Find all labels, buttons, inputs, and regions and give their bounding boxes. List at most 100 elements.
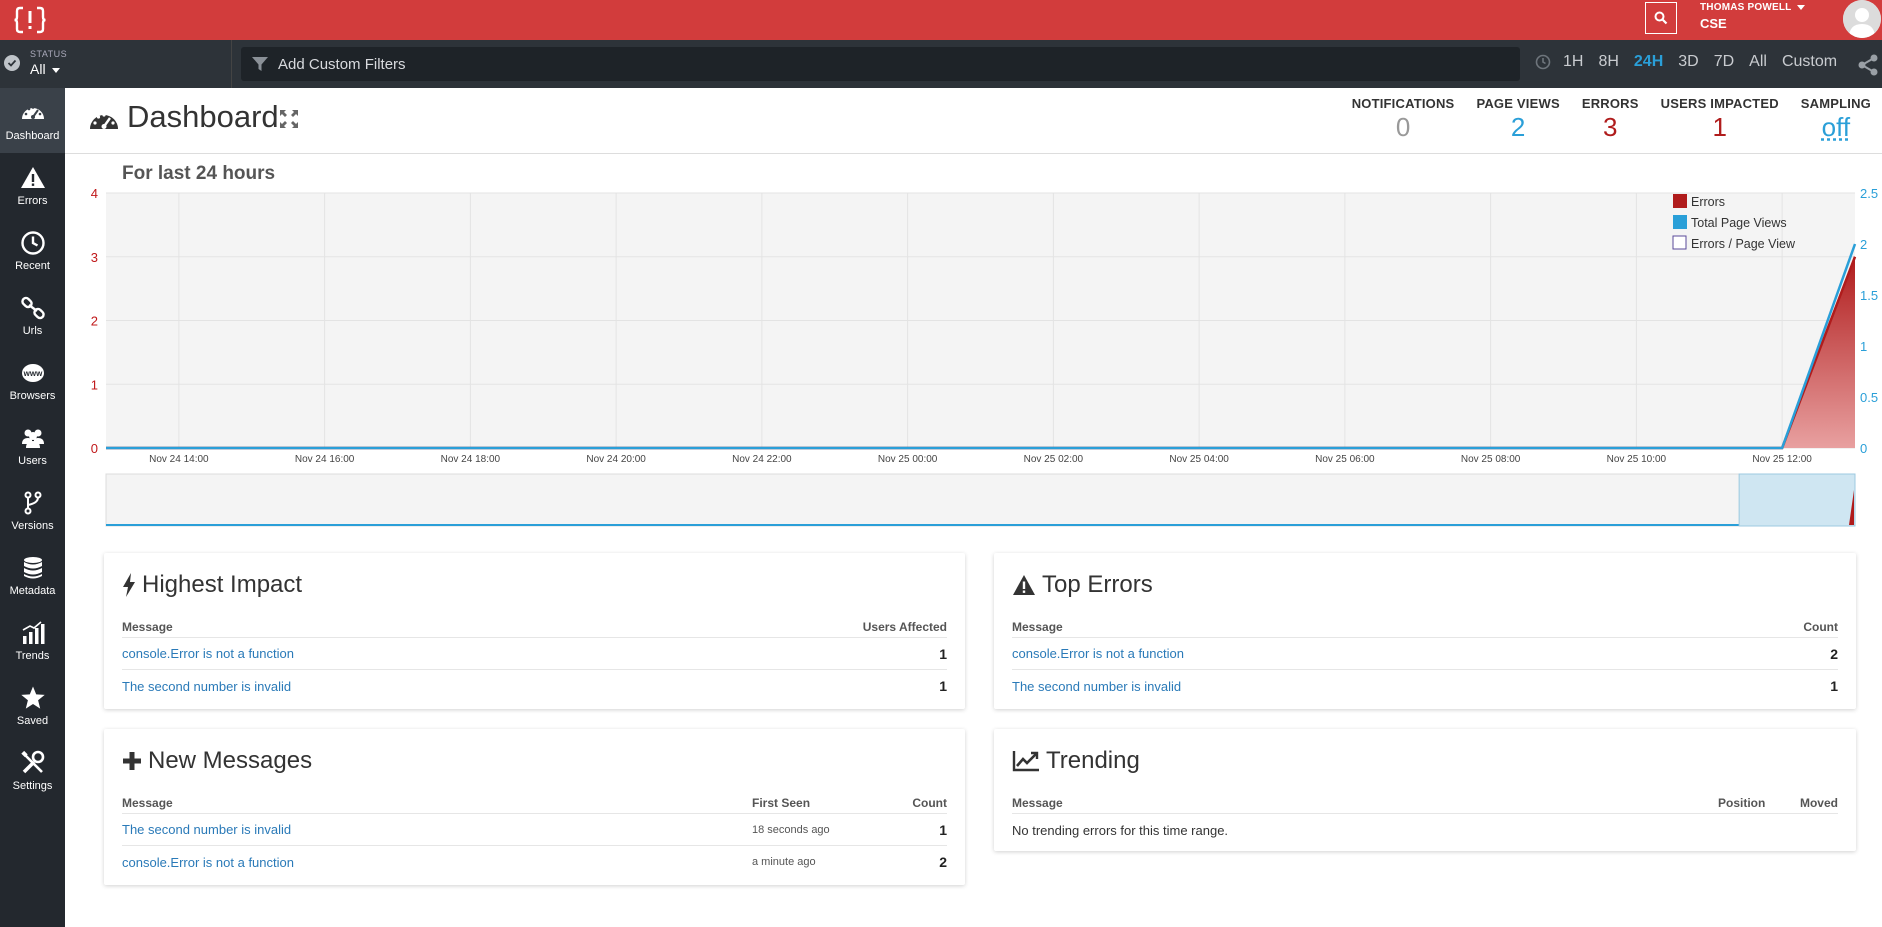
column-header: Count bbox=[912, 795, 947, 810]
stat-value: 2 bbox=[1510, 112, 1526, 142]
column-header: Moved bbox=[1799, 795, 1838, 810]
message-link[interactable]: The second number is invalid bbox=[122, 822, 752, 837]
user-menu[interactable]: THOMAS POWELL CSE bbox=[1700, 2, 1806, 31]
time-range-7d[interactable]: 7D bbox=[1714, 53, 1734, 71]
custom-filter-input[interactable]: Add Custom Filters bbox=[241, 47, 1520, 81]
time-range-24h[interactable]: 24H bbox=[1634, 53, 1663, 71]
sidebar-item-label: Saved bbox=[16, 714, 49, 727]
sidebar-item-browsers[interactable]: www Browsers bbox=[0, 348, 65, 413]
sidebar-item-saved[interactable]: Saved bbox=[0, 673, 65, 738]
table-header: Message First Seen Count bbox=[122, 792, 947, 814]
sidebar-item-settings[interactable]: Settings bbox=[0, 738, 65, 803]
x-tick-label: Nov 25 10:00 bbox=[1607, 454, 1667, 465]
users-affected-count: 1 bbox=[939, 678, 947, 694]
app-logo[interactable] bbox=[0, 0, 60, 40]
first-seen: a minute ago bbox=[752, 856, 816, 868]
column-header: Message bbox=[122, 795, 173, 810]
message-link[interactable]: console.Error is not a function bbox=[122, 646, 827, 661]
sidebar-item-users[interactable]: Users bbox=[0, 413, 65, 478]
message-link[interactable]: The second number is invalid bbox=[122, 679, 827, 694]
avatar[interactable] bbox=[1843, 0, 1881, 38]
page-header: Dashboard NOTIFICATIONS 0 PAGE VIEWS 2 E… bbox=[65, 88, 1882, 154]
top-errors-table: Message Count console.Error is not a fun… bbox=[1012, 616, 1838, 702]
time-range-custom[interactable]: Custom bbox=[1782, 53, 1837, 71]
line-chart-icon bbox=[1012, 751, 1039, 772]
column-header: Count bbox=[1803, 619, 1838, 634]
sidebar-item-versions[interactable]: Versions bbox=[0, 478, 65, 543]
status-label: STATUS bbox=[30, 49, 68, 59]
column-header: Message bbox=[122, 619, 173, 634]
x-tick-label: Nov 24 16:00 bbox=[295, 454, 355, 465]
chevron-down-icon bbox=[51, 67, 60, 73]
column-header: Message bbox=[1012, 795, 1063, 810]
link-icon bbox=[20, 296, 45, 319]
y-left-tick-label: 0 bbox=[91, 441, 98, 456]
user-org: CSE bbox=[1700, 16, 1727, 31]
user-avatar-icon bbox=[1843, 0, 1881, 38]
table-row: console.Error is not a function 2 bbox=[1012, 638, 1838, 670]
sidebar-item-urls[interactable]: Urls bbox=[0, 283, 65, 348]
legend-label: Errors bbox=[1691, 195, 1725, 209]
time-range-3d[interactable]: 3D bbox=[1678, 53, 1698, 71]
sidebar-item-recent[interactable]: Recent bbox=[0, 218, 65, 283]
chevron-down-icon bbox=[1797, 4, 1806, 10]
filter-icon bbox=[252, 57, 268, 71]
sidebar-item-errors[interactable]: Errors bbox=[0, 153, 65, 218]
stat-page-views[interactable]: PAGE VIEWS 2 bbox=[1476, 96, 1559, 143]
message-link[interactable]: console.Error is not a function bbox=[1012, 646, 1758, 661]
sidebar-item-trends[interactable]: Trends bbox=[0, 608, 65, 673]
time-range-8h[interactable]: 8H bbox=[1598, 53, 1618, 71]
new-messages-table: Message First Seen Count The second numb… bbox=[122, 792, 947, 878]
table-row: No trending errors for this time range. bbox=[1012, 814, 1838, 846]
clock-icon bbox=[20, 230, 45, 255]
navigator-strip bbox=[105, 473, 1856, 527]
branch-icon bbox=[24, 491, 41, 514]
filter-placeholder: Add Custom Filters bbox=[278, 56, 406, 73]
expand-icon[interactable] bbox=[278, 108, 300, 130]
column-header: Users Affected bbox=[862, 619, 947, 634]
new-messages-card: New Messages Message First Seen Count Th… bbox=[104, 729, 965, 885]
page-title: Dashboard bbox=[127, 99, 279, 134]
sidebar-item-dashboard[interactable]: Dashboard bbox=[0, 88, 65, 153]
sidebar-item-metadata[interactable]: Metadata bbox=[0, 543, 65, 608]
y-right-tick-label: 1 bbox=[1860, 339, 1867, 354]
message-link[interactable]: The second number is invalid bbox=[1012, 679, 1758, 694]
status-filter[interactable]: STATUS All bbox=[0, 40, 232, 88]
stat-label: PAGE VIEWS bbox=[1476, 96, 1560, 111]
y-right-tick-label: 2.5 bbox=[1860, 186, 1878, 201]
stat-sampling[interactable]: SAMPLING off bbox=[1801, 96, 1871, 143]
column-header: First Seen bbox=[752, 795, 811, 810]
time-range-1h[interactable]: 1H bbox=[1563, 53, 1583, 71]
y-right-tick-label: 0.5 bbox=[1860, 390, 1878, 405]
card-title-text: Trending bbox=[1046, 747, 1140, 774]
share-icon[interactable] bbox=[1857, 54, 1879, 76]
errors-chart[interactable]: 0 1 2 3 4 0 0.5 1 1.5 2 2.5 Nov 24 14:00 Nov 24 16:0… bbox=[65, 180, 1882, 530]
stat-notifications[interactable]: NOTIFICATIONS 0 bbox=[1352, 96, 1455, 143]
x-tick-label: Nov 24 20:00 bbox=[586, 454, 646, 465]
highest-impact-card: Highest Impact Message Users Affected co… bbox=[104, 553, 965, 709]
search-button[interactable] bbox=[1645, 2, 1677, 34]
dashboard-icon bbox=[21, 105, 44, 119]
legend-swatch bbox=[1672, 235, 1687, 250]
x-tick-label: Nov 25 04:00 bbox=[1169, 454, 1229, 465]
table-row: console.Error is not a function a minute… bbox=[122, 846, 947, 878]
y-left-tick-label: 4 bbox=[91, 186, 98, 201]
sidebar-item-label: Metadata bbox=[9, 584, 56, 597]
y-right-tick-label: 2 bbox=[1860, 237, 1867, 252]
users-icon bbox=[21, 429, 44, 448]
x-tick-label: Nov 25 12:00 bbox=[1752, 454, 1812, 465]
stat-label: USERS IMPACTED bbox=[1660, 96, 1779, 111]
table-row: The second number is invalid 1 bbox=[122, 670, 947, 702]
sidebar-item-label: Errors bbox=[17, 194, 48, 207]
warning-icon bbox=[20, 166, 45, 188]
sidebar-item-label: Users bbox=[18, 454, 47, 467]
svg-text:www: www bbox=[22, 369, 42, 378]
plus-icon bbox=[123, 752, 141, 770]
x-tick-label: Nov 24 18:00 bbox=[441, 454, 501, 465]
message-link[interactable]: console.Error is not a function bbox=[122, 855, 752, 870]
stat-errors[interactable]: ERRORS 3 bbox=[1582, 96, 1639, 143]
time-range-all[interactable]: All bbox=[1749, 53, 1767, 71]
stat-users-impacted[interactable]: USERS IMPACTED 1 bbox=[1661, 96, 1779, 143]
card-title: Highest Impact bbox=[122, 571, 302, 599]
database-icon bbox=[23, 556, 42, 578]
